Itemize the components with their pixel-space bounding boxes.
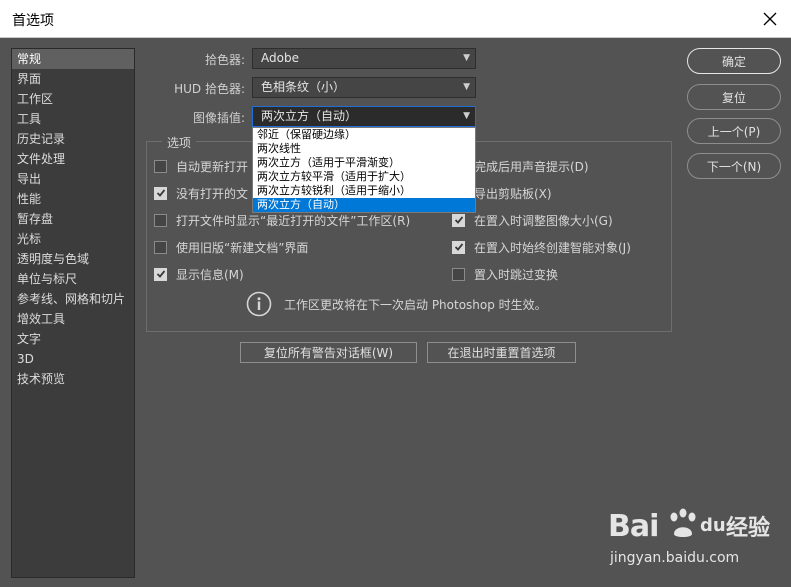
reset-on-quit-button[interactable]: 在退出时重置首选项 <box>427 342 576 363</box>
watermark-brand-suffix: du <box>700 515 726 536</box>
interpolation-dropdown-list: 邻近（保留硬边缘） 两次线性 两次立方（适用于平滑渐变） 两次立方较平滑（适用于… <box>252 127 476 213</box>
smart-object-on-place-label: 在置入时始终创建智能对象(J) <box>474 240 631 255</box>
ok-button[interactable]: 确定 <box>687 48 781 74</box>
sidebar-item-type[interactable]: 文字 <box>12 329 134 349</box>
interpolation-label: 图像插值: <box>192 111 245 125</box>
sidebar-item-export[interactable]: 导出 <box>12 169 134 189</box>
dropdown-option-bilinear[interactable]: 两次线性 <box>253 142 475 156</box>
checkmark-icon <box>156 270 165 278</box>
options-legend: 选项 <box>162 134 197 151</box>
recent-files-workspace-checkbox[interactable]: 打开文件时显示“最近打开的文件”工作区(R) <box>154 212 410 228</box>
sidebar-item-plugins[interactable]: 增效工具 <box>12 309 134 329</box>
checkmark-icon <box>454 243 463 251</box>
checkbox-box[interactable] <box>452 240 465 254</box>
show-info-label: 显示信息(M) <box>176 267 244 282</box>
preferences-sidebar: 常规 界面 工作区 工具 历史记录 文件处理 导出 性能 暂存盘 光标 透明度与… <box>11 48 135 578</box>
sidebar-item-workspace[interactable]: 工作区 <box>12 89 134 109</box>
reset-warnings-button[interactable]: 复位所有警告对话框(W) <box>240 342 417 363</box>
recent-files-workspace-label: 打开文件时显示“最近打开的文件”工作区(R) <box>176 213 411 228</box>
auto-update-checkbox[interactable]: 自动更新打开 <box>154 158 248 174</box>
show-info-checkbox[interactable]: 显示信息(M) <box>154 266 244 282</box>
sidebar-item-transparency[interactable]: 透明度与色域 <box>12 249 134 269</box>
reset-button[interactable]: 复位 <box>687 84 781 110</box>
info-text: 工作区更改将在下一次启动 Photoshop 时生效。 <box>284 297 547 312</box>
auto-update-label: 自动更新打开 <box>176 159 249 174</box>
close-button[interactable] <box>755 4 785 34</box>
interpolation-value: 两次立方（自动） <box>261 109 358 123</box>
hud-picker-value: 色相条纹（小） <box>261 80 346 94</box>
checkmark-icon <box>156 189 165 197</box>
checkbox-box[interactable] <box>154 213 167 227</box>
sound-notify-label: 完成后用声音提示(D) <box>474 159 589 174</box>
chevron-down-icon: ▼ <box>463 53 470 63</box>
sidebar-item-history[interactable]: 历史记录 <box>12 129 134 149</box>
dropdown-option-nearest[interactable]: 邻近（保留硬边缘） <box>253 128 475 142</box>
color-picker-label: 拾色器: <box>204 53 245 67</box>
sidebar-item-units[interactable]: 单位与标尺 <box>12 269 134 289</box>
sidebar-item-scratch-disks[interactable]: 暂存盘 <box>12 209 134 229</box>
resize-on-place-label: 在置入时调整图像大小(G) <box>474 213 613 228</box>
no-open-docs-label: 没有打开的文 <box>176 186 249 201</box>
checkbox-box[interactable] <box>154 186 167 200</box>
sidebar-item-cursors[interactable]: 光标 <box>12 229 134 249</box>
resize-on-place-checkbox[interactable]: 在置入时调整图像大小(G) <box>452 212 613 228</box>
checkbox-box[interactable] <box>452 267 465 281</box>
info-note: 工作区更改将在下一次启动 Photoshop 时生效。 <box>246 291 547 317</box>
sidebar-item-file-handling[interactable]: 文件处理 <box>12 149 134 169</box>
prev-button[interactable]: 上一个(P) <box>687 118 781 144</box>
skip-transform-label: 置入时跳过变换 <box>474 267 559 282</box>
dropdown-option-bicubic-auto[interactable]: 两次立方（自动） <box>253 198 475 212</box>
color-picker-value: Adobe <box>261 51 299 65</box>
dialog-title: 首选项 <box>12 13 54 29</box>
checkbox-box[interactable] <box>154 240 167 254</box>
checkbox-box[interactable] <box>154 159 167 173</box>
interpolation-select[interactable]: 两次立方（自动） ▼ <box>252 106 476 127</box>
baidu-watermark: Bai du 经验 jingyan.baidu.com <box>586 495 776 575</box>
hud-picker-select[interactable]: 色相条纹（小） ▼ <box>252 77 476 98</box>
checkbox-box[interactable] <box>452 213 465 227</box>
export-clipboard-label: 导出剪贴板(X) <box>474 186 552 201</box>
sidebar-item-general[interactable]: 常规 <box>12 49 134 69</box>
chevron-down-icon: ▼ <box>463 82 470 92</box>
legacy-new-document-checkbox[interactable]: 使用旧版“新建文档”界面 <box>154 239 308 255</box>
color-picker-select[interactable]: Adobe ▼ <box>252 48 476 69</box>
close-icon <box>763 12 777 26</box>
sidebar-item-guides[interactable]: 参考线、网格和切片 <box>12 289 134 309</box>
smart-object-on-place-checkbox[interactable]: 在置入时始终创建智能对象(J) <box>452 239 631 255</box>
legacy-new-document-label: 使用旧版“新建文档”界面 <box>176 240 309 255</box>
title-bar: 首选项 <box>0 0 791 38</box>
paw-logo <box>670 508 696 537</box>
watermark-brand: Bai <box>608 509 659 544</box>
no-open-docs-checkbox[interactable]: 没有打开的文 <box>154 185 248 201</box>
checkbox-box[interactable] <box>154 267 167 281</box>
sidebar-item-interface[interactable]: 界面 <box>12 69 134 89</box>
watermark-url: jingyan.baidu.com <box>610 550 740 566</box>
next-button[interactable]: 下一个(N) <box>687 153 781 179</box>
dropdown-option-bicubic-sharper[interactable]: 两次立方较锐利（适用于缩小） <box>253 184 475 198</box>
watermark-site-cn: 经验 <box>726 516 771 541</box>
sidebar-item-performance[interactable]: 性能 <box>12 189 134 209</box>
info-icon <box>246 291 272 317</box>
hud-picker-label: HUD 拾色器: <box>174 82 245 96</box>
sidebar-item-tools[interactable]: 工具 <box>12 109 134 129</box>
dropdown-option-bicubic-smooth-gradients[interactable]: 两次立方（适用于平滑渐变） <box>253 156 475 170</box>
checkmark-icon <box>454 216 463 224</box>
skip-transform-checkbox[interactable]: 置入时跳过变换 <box>452 266 558 282</box>
sidebar-item-tech-preview[interactable]: 技术预览 <box>12 369 134 389</box>
chevron-down-icon: ▼ <box>463 111 470 121</box>
dropdown-option-bicubic-smoother[interactable]: 两次立方较平滑（适用于扩大） <box>253 170 475 184</box>
sidebar-item-3d[interactable]: 3D <box>12 349 134 369</box>
